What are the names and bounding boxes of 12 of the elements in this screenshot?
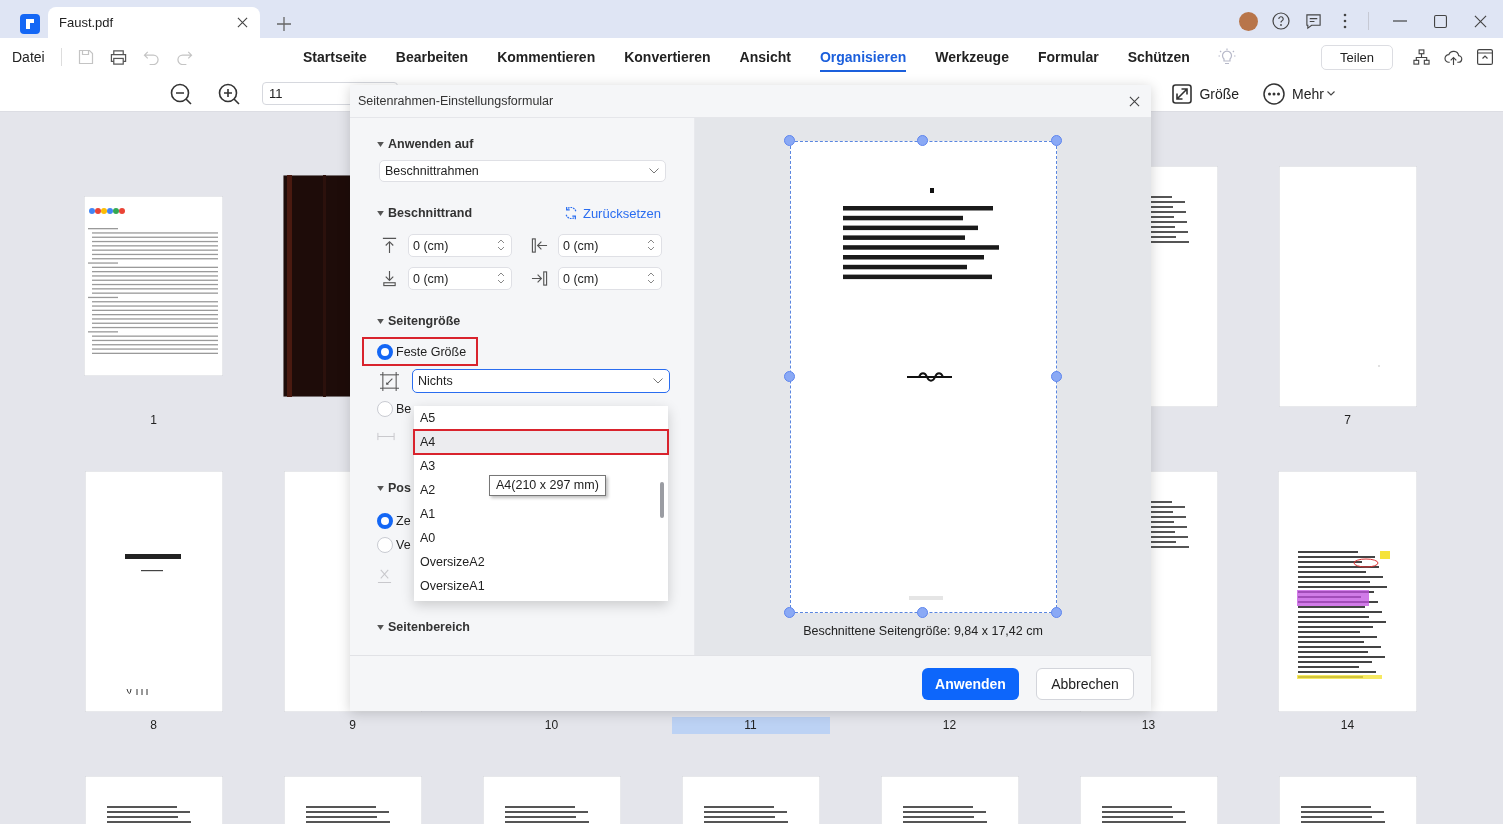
section-heading: Pos — [388, 481, 411, 495]
document-tab-title: Faust.pdf — [59, 15, 115, 30]
section-heading: Beschnittrand — [388, 206, 473, 220]
radio-label: Be — [396, 402, 412, 416]
radio-label: Ze — [396, 514, 411, 528]
crop-size-caption: Beschnittene Seitengröße: 9,84 x 17,42 cm — [803, 624, 1043, 638]
section-heading: Anwenden auf — [388, 137, 474, 151]
tooltip: A4(210 x 297 mm) — [489, 475, 606, 496]
radio-label: Ve — [396, 538, 411, 552]
section-heading: Seitengröße — [388, 314, 461, 328]
section-heading: Seitenbereich — [388, 620, 470, 634]
radio-label: Feste Größe — [396, 344, 467, 359]
